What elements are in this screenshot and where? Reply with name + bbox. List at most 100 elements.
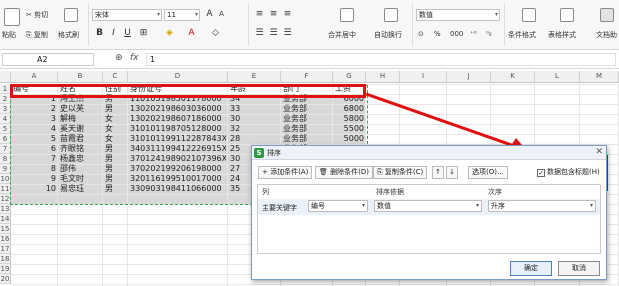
format-painter-icon[interactable] [64,8,78,22]
toolbar-ribbon: 粘贴 ✂ 剪切 ⎘ 复制 格式刷 宋体 ▾ 11 ▾ A A B I U ⊞ ◈ A… [0,0,619,50]
percent-button[interactable]: % [434,30,441,38]
paste-button-label[interactable]: 粘贴 [2,30,16,40]
sort-order-value: 升序 [491,202,505,210]
chevron-down-icon: ▾ [475,202,479,209]
column-header[interactable]: M [580,71,619,83]
ribbon-divider [248,4,249,46]
header-row-highlight [10,84,366,98]
format-painter-label[interactable]: 格式刷 [58,30,79,40]
table-style-label[interactable]: 表格样式 [548,30,576,40]
align-bottom-icon[interactable]: ≡ [282,9,293,20]
delete-condition-button[interactable]: 🗑 删除条件(D) [315,166,373,179]
col-header-column: 列 [262,188,269,196]
doc-assistant-icon[interactable] [600,8,614,22]
fx-icon[interactable]: fx [130,53,139,63]
wrap-text-label[interactable]: 自动换行 [374,30,402,40]
row-header[interactable]: 17 [0,244,11,254]
conditional-format-icon[interactable] [522,8,536,22]
border-icon[interactable]: ⊞ [138,28,149,39]
dialog-title: 排序 [267,149,281,157]
copy-condition-button[interactable]: ⎘ 复制条件(C) [373,166,428,179]
doc-assistant-label[interactable]: 文档助 [596,30,617,40]
table-style-icon[interactable] [560,8,574,22]
row-header[interactable]: 15 [0,224,11,234]
column-header[interactable]: B [58,71,103,83]
column-header[interactable]: F [281,71,333,83]
column-header[interactable]: A [11,71,58,83]
ribbon-divider [88,4,89,46]
header-checkbox-label: 数据包含标题(H) [547,168,600,176]
copy-button[interactable]: ⎘ 复制 [26,30,48,40]
align-right-icon[interactable]: ☰ [282,28,293,39]
corner-select-all[interactable] [0,71,11,83]
col-header-order: 次序 [488,188,502,196]
fill-color-icon[interactable]: ◈ [164,28,175,39]
formula-input[interactable]: 1 [146,53,616,66]
column-header[interactable]: L [535,71,580,83]
align-center-icon[interactable]: ☰ [268,28,279,39]
paste-icon[interactable] [4,8,20,26]
column-header[interactable]: E [228,71,281,83]
row-header[interactable]: 16 [0,234,11,244]
bold-button[interactable]: B [94,28,105,39]
underline-button[interactable]: U [122,28,133,39]
number-format-select[interactable]: 数值 ▾ [416,9,500,21]
sort-column-select[interactable]: 编号 ▾ [308,200,368,212]
merge-center-label[interactable]: 合并居中 [328,30,356,40]
wps-logo-icon: S [254,148,264,158]
checkbox-checked-icon[interactable]: ✓ [537,169,545,177]
increase-decimal-icon[interactable]: ⁺⁰ [470,30,477,38]
font-size-select[interactable]: 11 ▾ [164,9,200,21]
cancel-button[interactable]: 取消 [558,261,600,276]
align-left-icon[interactable]: ☰ [254,28,265,39]
column-header[interactable]: G [333,71,366,83]
move-up-button[interactable]: ↑ [432,166,444,179]
column-header[interactable]: D [128,71,228,83]
column-header[interactable]: C [103,71,128,83]
column-header[interactable]: H [366,71,400,83]
chevron-down-icon: ▾ [589,202,593,209]
delete-condition-label: 删除条件(D) [330,168,369,176]
font-grow-icon[interactable]: A [204,9,215,20]
align-top-icon[interactable]: ≡ [254,9,265,20]
row-header[interactable]: 20 [0,274,11,284]
clear-format-icon[interactable]: ◇ [210,28,221,39]
sort-order-select[interactable]: 升序 ▾ [488,200,596,212]
decrease-decimal-icon[interactable]: ⁰₀ [486,30,492,38]
sort-condition-row[interactable]: 主要关键字 编号 ▾ 数值 ▾ 升序 ▾ [258,199,600,215]
wrap-text-icon[interactable] [384,8,398,22]
sort-by-select[interactable]: 数值 ▾ [374,200,482,212]
name-box[interactable]: A2 [2,53,94,66]
merge-center-icon[interactable] [340,8,354,22]
row-header[interactable]: 19 [0,264,11,274]
row-header[interactable]: 18 [0,254,11,264]
chevron-down-icon: ▾ [361,202,365,209]
formula-zoom-icon[interactable]: ⊕ [115,53,123,63]
row-header[interactable]: 13 [0,204,11,214]
move-down-button[interactable]: ↓ [446,166,458,179]
align-middle-icon[interactable]: ≡ [268,9,279,20]
options-button[interactable]: 选项(O)... [468,166,508,179]
thousands-button[interactable]: 000 [450,30,463,38]
currency-icon[interactable]: ⊙ [418,30,424,38]
cut-label: 剪切 [34,11,49,19]
ok-button[interactable]: 确定 [510,261,552,276]
chevron-down-icon: ▾ [156,11,160,18]
add-condition-button[interactable]: + 添加条件(A) [258,166,313,179]
font-shrink-icon[interactable]: A [216,9,227,20]
font-color-icon[interactable]: A [186,28,197,39]
cut-button[interactable]: ✂ 剪切 [26,10,48,20]
ribbon-divider [412,4,413,46]
italic-button[interactable]: I [108,28,119,39]
column-header[interactable]: J [447,71,491,83]
column-header[interactable]: K [491,71,535,83]
close-icon[interactable]: ✕ [595,147,603,157]
font-name-select[interactable]: 宋体 ▾ [92,9,162,21]
copy-icon: ⎘ [377,168,383,176]
column-header[interactable]: I [400,71,447,83]
header-checkbox[interactable]: ✓ 数据包含标题(H) [537,166,600,178]
copy-label: 复制 [33,31,48,39]
row-header[interactable]: 14 [0,214,11,224]
conditional-format-label[interactable]: 条件格式 [508,30,536,40]
delete-icon: 🗑 [319,168,328,176]
